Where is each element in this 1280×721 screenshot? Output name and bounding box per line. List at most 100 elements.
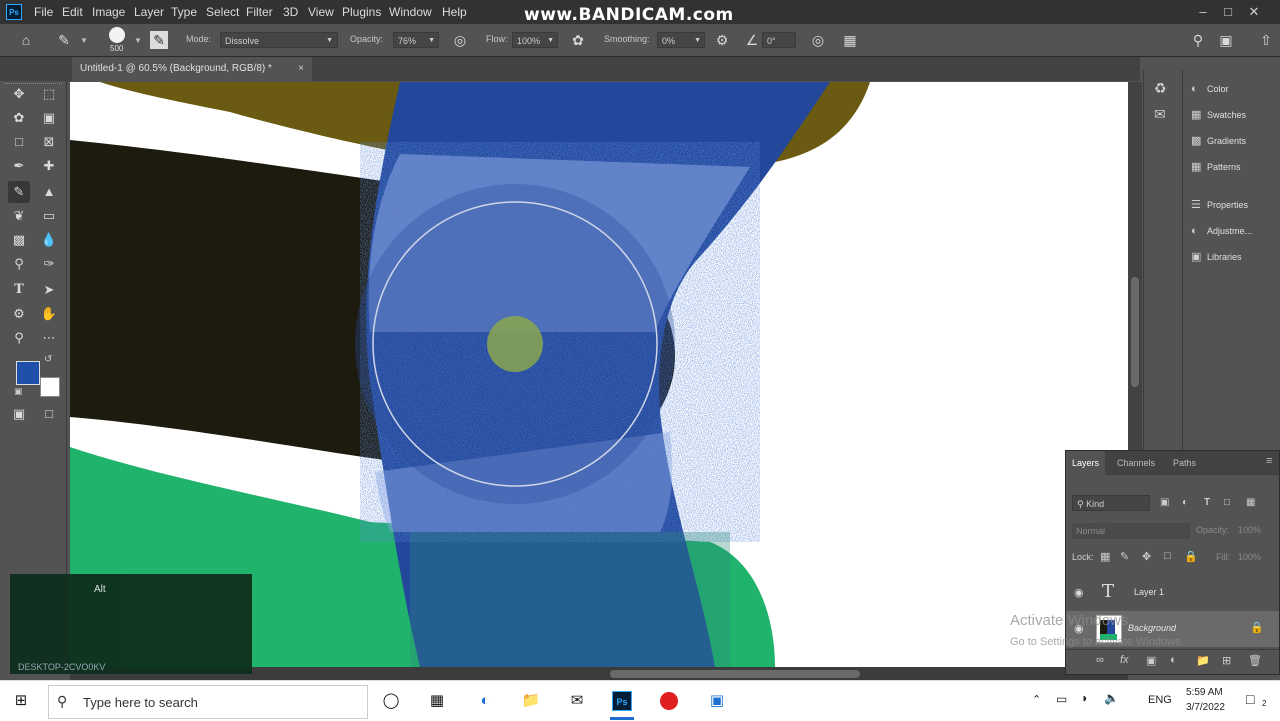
filter-shape-icon[interactable]: □ [1224, 497, 1230, 508]
tab-paths[interactable]: Paths [1173, 451, 1196, 475]
pen-tool-icon[interactable]: ✑ [38, 253, 60, 275]
new-layer-icon[interactable]: ⊞ [1222, 654, 1231, 667]
background-color-swatch[interactable] [40, 377, 60, 397]
more-tools-icon[interactable]: ⋯ [38, 327, 60, 349]
gear-icon[interactable]: ⚙ [712, 30, 732, 50]
edge-icon[interactable]: ◐ [472, 689, 498, 713]
filter-kind-dropdown[interactable]: ⚲ Kind [1072, 495, 1150, 511]
filter-smart-icon[interactable]: ▦ [1246, 497, 1255, 508]
dodge-tool-icon[interactable]: ⚲ [8, 253, 30, 275]
new-group-icon[interactable]: 📁 [1196, 654, 1210, 667]
close-window-icon[interactable]: ✕ [1244, 2, 1264, 22]
tab-layers[interactable]: Layers [1066, 451, 1106, 475]
share-icon[interactable]: ⇧ [1256, 30, 1276, 50]
symmetry-icon[interactable]: ▦ [840, 30, 860, 50]
home-icon[interactable]: ⌂ [16, 30, 36, 50]
smoothing-field[interactable]: 0% ▼ [657, 32, 705, 48]
menu-plugins[interactable]: Plugins [342, 0, 381, 24]
brush-tool-icon[interactable]: ✎ [8, 181, 30, 203]
menu-layer[interactable]: Layer [134, 0, 164, 24]
flow-field[interactable]: 100% ▼ [512, 32, 558, 48]
history-brush-tool-icon[interactable]: ❦ [8, 205, 30, 227]
language-indicator[interactable]: ENG [1148, 694, 1172, 706]
panel-color[interactable]: ◐ Color [1191, 78, 1229, 100]
panel-adjustments[interactable]: ◐ Adjustme... [1191, 220, 1252, 242]
airbrush-icon[interactable]: ✿ [568, 30, 588, 50]
brush-tool-icon[interactable]: ✎ [54, 30, 74, 50]
swap-colors-icon[interactable]: ↺ [44, 354, 52, 365]
stamp-tool-icon[interactable]: ▲ [38, 181, 60, 203]
menu-help[interactable]: Help [442, 0, 467, 24]
crop-tool-icon[interactable]: □ [8, 131, 30, 153]
menu-3d[interactable]: 3D [283, 0, 298, 24]
pressure-size-icon[interactable]: ◎ [808, 30, 828, 50]
layer-opacity-value[interactable]: 100% [1238, 525, 1261, 535]
fill-value[interactable]: 100% [1238, 552, 1261, 562]
menu-image[interactable]: Image [92, 0, 125, 24]
pressure-opacity-icon[interactable]: ◎ [450, 30, 470, 50]
history-icon[interactable]: ♻ [1154, 80, 1167, 97]
photoshop-app-icon[interactable]: Ps [6, 4, 22, 20]
filter-pixel-icon[interactable]: ▣ [1160, 497, 1169, 508]
brush-settings-icon[interactable]: ✎ [150, 31, 168, 49]
menu-select[interactable]: Select [206, 0, 239, 24]
window-app-icon[interactable]: ▣ [704, 689, 730, 713]
notifications-icon[interactable]: □ [1246, 691, 1254, 707]
close-tab-icon[interactable]: × [298, 57, 304, 81]
trash-icon[interactable]: 🗑 [1248, 654, 1262, 667]
zoom-tool-icon[interactable]: ⚲ [8, 327, 30, 349]
screen-mode-icon[interactable]: □ [38, 403, 60, 425]
menu-file[interactable]: File [34, 0, 53, 24]
path-select-tool-icon[interactable]: ➤ [38, 279, 60, 301]
panel-menu-icon[interactable]: ≡ [1266, 455, 1272, 467]
volume-icon[interactable]: 🔈 [1104, 691, 1119, 705]
clock-time[interactable]: 5:59 AM [1186, 687, 1223, 698]
chevron-down-icon[interactable]: ▼ [80, 36, 88, 45]
chevron-up-icon[interactable]: ⌃ [1032, 693, 1041, 706]
add-mask-icon[interactable]: ▣ [1146, 654, 1156, 667]
gradient-tool-icon[interactable]: ▩ [8, 229, 30, 251]
network-icon[interactable]: ◑ [1080, 691, 1087, 705]
search-icon[interactable]: ⚲ [1188, 30, 1208, 50]
menu-type[interactable]: Type [171, 0, 197, 24]
bandicam-record-icon[interactable] [660, 692, 678, 710]
workspace-icon[interactable]: ▣ [1216, 30, 1236, 50]
opacity-field[interactable]: 76% ▼ [393, 32, 439, 48]
marquee-tool-icon[interactable]: ⬚ [38, 83, 60, 105]
eraser-tool-icon[interactable]: ▭ [38, 205, 60, 227]
comments-icon[interactable]: ✉ [1154, 106, 1166, 123]
vertical-scroll-thumb[interactable] [1131, 277, 1139, 387]
blur-tool-icon[interactable]: 💧 [38, 229, 60, 251]
task-view-icon[interactable]: ▦ [424, 689, 450, 713]
frame-tool-icon[interactable]: ⊠ [38, 131, 60, 153]
mode-dropdown[interactable]: Dissolve ▼ [220, 32, 338, 48]
maximize-icon[interactable]: □ [1218, 2, 1238, 22]
filter-adjustment-icon[interactable]: ◐ [1182, 497, 1188, 508]
eyedropper-tool-icon[interactable]: ✒ [8, 155, 30, 177]
horizontal-scroll-thumb[interactable] [610, 670, 860, 678]
mail-icon[interactable]: ✉ [564, 689, 590, 713]
cortana-icon[interactable]: ◯ [378, 689, 404, 713]
blend-mode-dropdown[interactable]: Normal [1072, 523, 1190, 539]
chevron-down-icon[interactable]: ▼ [134, 36, 142, 45]
panel-libraries[interactable]: ▣ Libraries [1191, 246, 1242, 268]
windows-start-icon[interactable]: ⊞ [8, 689, 34, 713]
lock-position-icon[interactable]: ✥ [1142, 550, 1151, 563]
healing-tool-icon[interactable]: ✚ [38, 155, 60, 177]
minimize-icon[interactable]: – [1193, 2, 1213, 22]
move-tool-icon[interactable]: ✥ [8, 83, 30, 105]
quick-mask-icon[interactable]: ▣ [8, 403, 30, 425]
clock-date[interactable]: 3/7/2022 [1186, 702, 1225, 713]
file-explorer-icon[interactable]: 📁 [518, 689, 544, 713]
panel-properties[interactable]: ☰ Properties [1191, 194, 1248, 216]
default-colors-icon[interactable]: ▣ [14, 386, 23, 397]
photoshop-taskbar-icon[interactable]: Ps [612, 691, 632, 711]
panel-patterns[interactable]: ▦ Patterns [1191, 156, 1241, 178]
type-tool-icon[interactable]: T [8, 279, 30, 301]
object-select-tool-icon[interactable]: ▣ [38, 107, 60, 129]
filter-type-icon[interactable]: T [1204, 497, 1210, 508]
lasso-tool-icon[interactable]: ✿ [8, 107, 30, 129]
document-tab[interactable]: Untitled-1 @ 60.5% (Background, RGB/8) *… [72, 57, 312, 81]
menu-view[interactable]: View [308, 0, 334, 24]
taskbar-search-box[interactable]: ⚲ Type here to search [48, 685, 368, 719]
